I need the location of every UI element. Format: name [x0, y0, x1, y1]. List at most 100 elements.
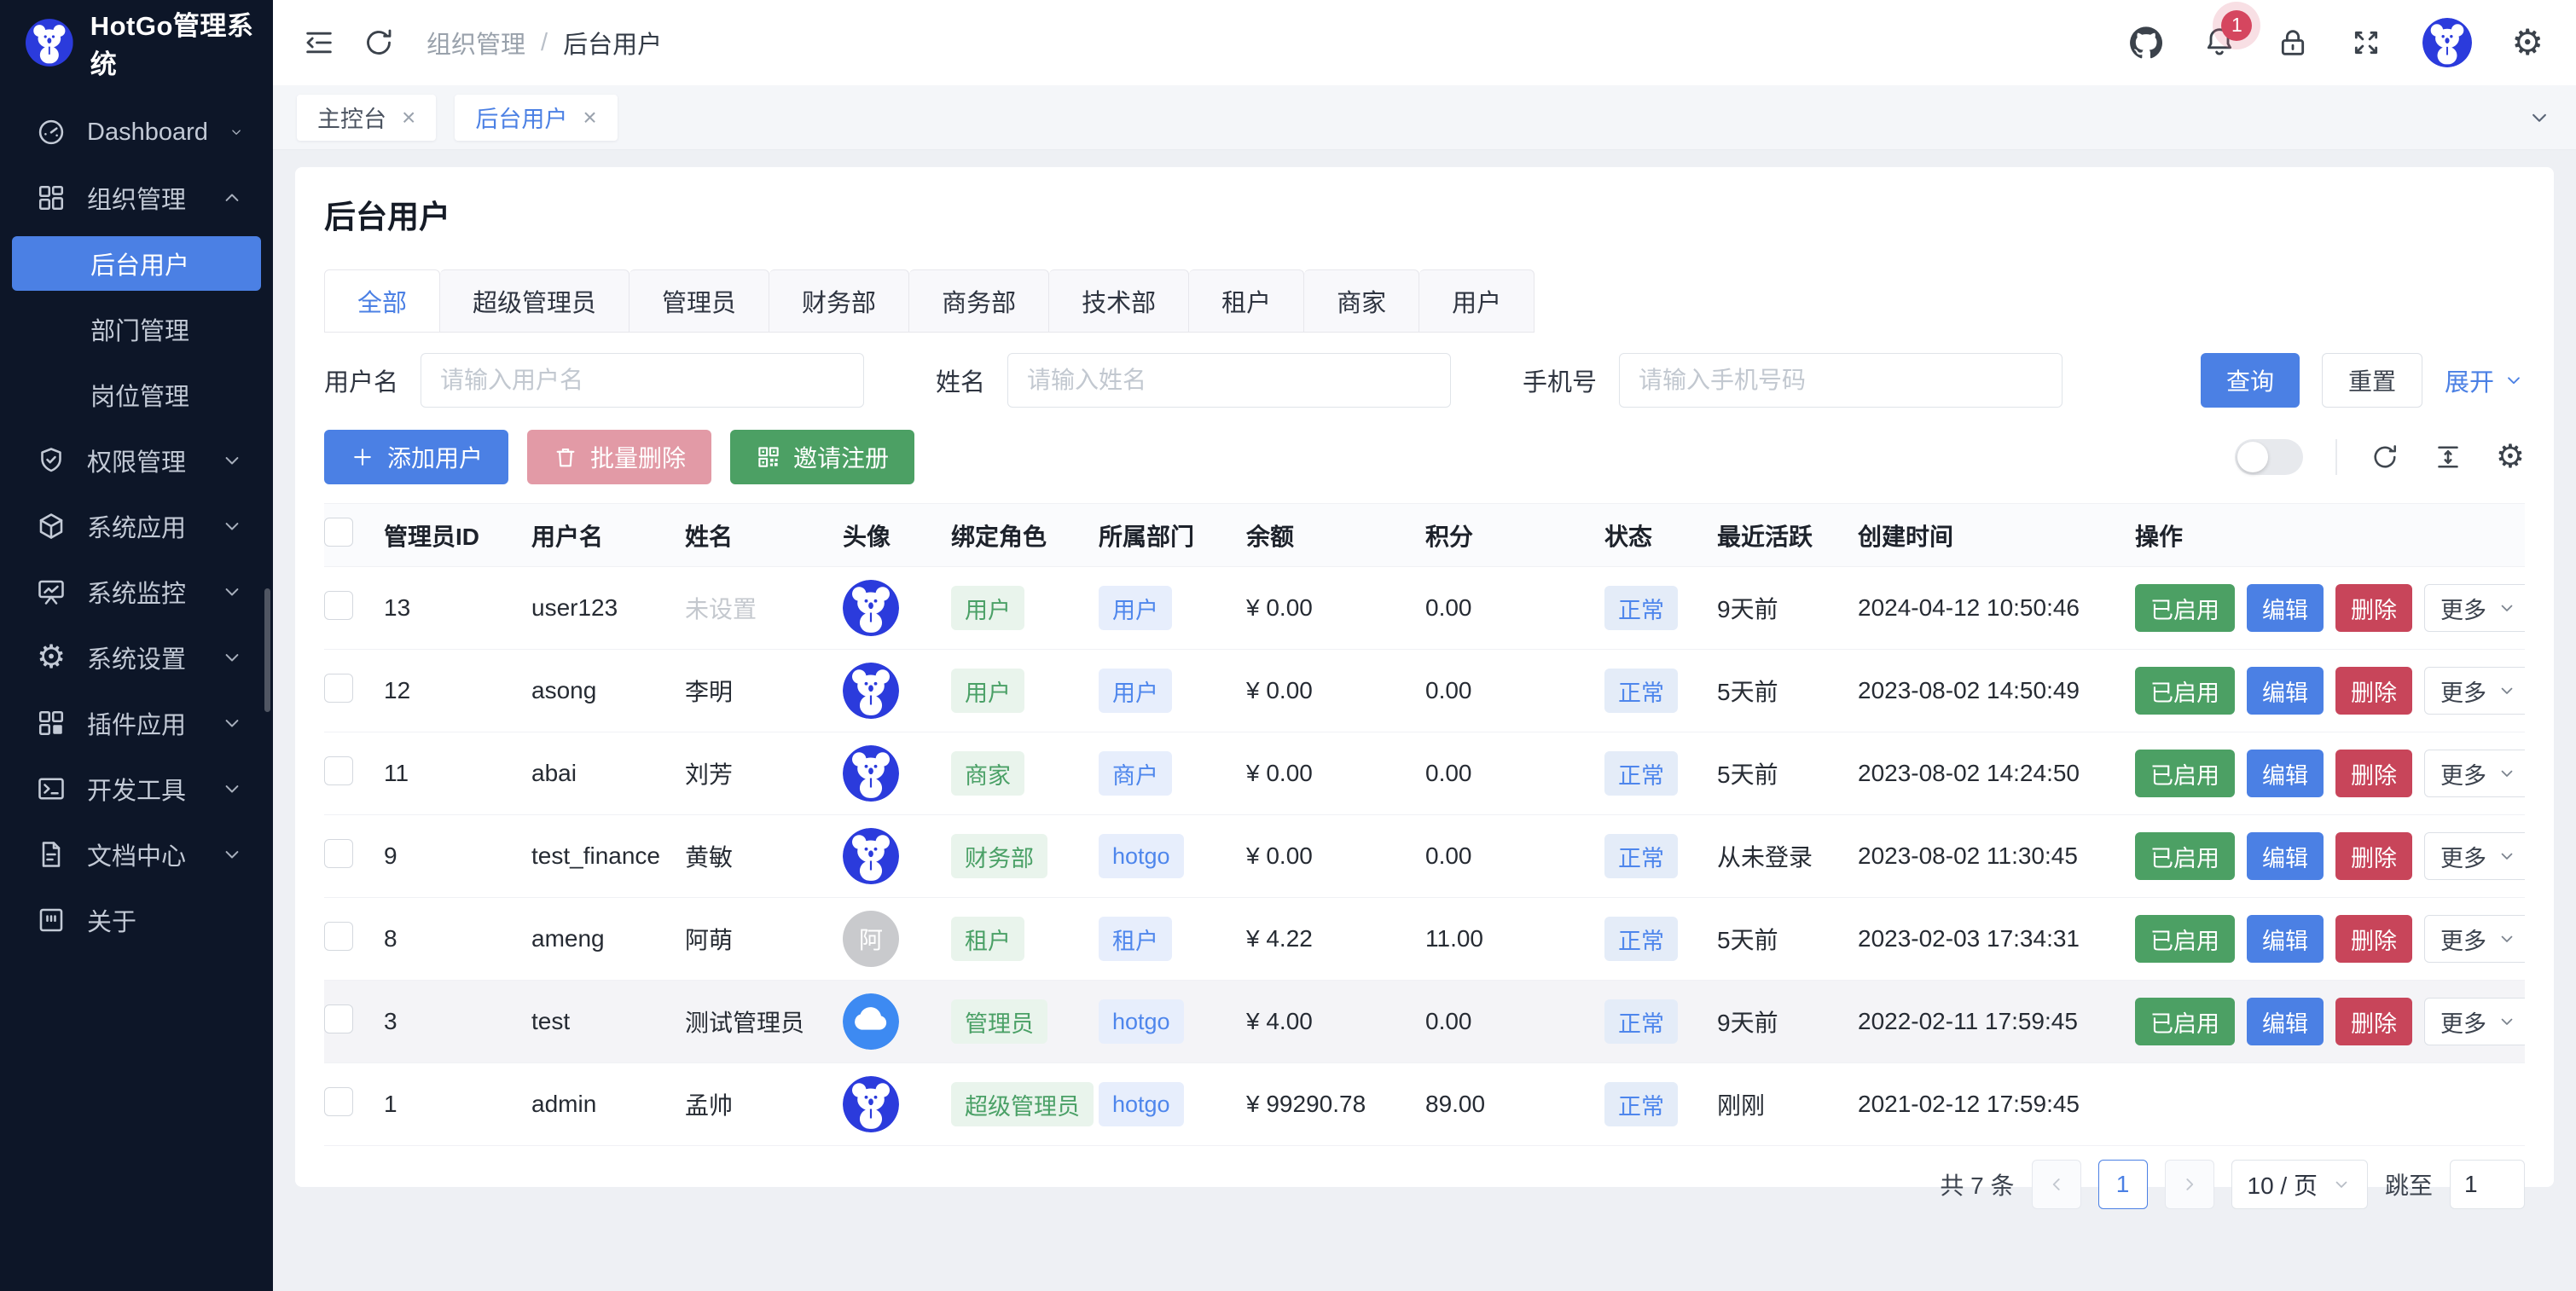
breadcrumb-section[interactable]: 组织管理: [426, 25, 525, 61]
more-button[interactable]: 更多: [2424, 750, 2525, 797]
more-button[interactable]: 更多: [2424, 832, 2525, 880]
status-enabled-button[interactable]: 已启用: [2135, 584, 2235, 632]
status-enabled-button[interactable]: 已启用: [2135, 667, 2235, 715]
sidebar-item-文档中心[interactable]: 文档中心: [12, 827, 261, 882]
add-user-button[interactable]: 添加用户: [324, 430, 508, 484]
role-tab-租户[interactable]: 租户: [1189, 269, 1304, 333]
role-tab-全部[interactable]: 全部: [324, 269, 440, 333]
tab-chip-backend-users[interactable]: 后台用户 ×: [455, 95, 617, 141]
edit-button[interactable]: 编辑: [2247, 584, 2324, 632]
delete-button[interactable]: 删除: [2335, 667, 2412, 715]
refresh-page-icon[interactable]: [362, 26, 396, 60]
expand-filters-link[interactable]: 展开: [2445, 362, 2525, 398]
cell-balance: ¥ 0.00: [1246, 567, 1425, 650]
next-page-button[interactable]: [2165, 1160, 2214, 1209]
role-tab-超级管理员[interactable]: 超级管理员: [440, 269, 629, 333]
sidebar-item-岗位管理[interactable]: 岗位管理: [12, 368, 261, 422]
reload-table-icon[interactable]: [2370, 442, 2400, 472]
filter-input-用户名[interactable]: [421, 353, 864, 408]
filter-input-姓名[interactable]: [1007, 353, 1451, 408]
cell-balance: ¥ 0.00: [1246, 732, 1425, 815]
status-enabled-button[interactable]: 已启用: [2135, 915, 2235, 963]
page-size-select[interactable]: 10 / 页: [2231, 1160, 2368, 1209]
close-icon[interactable]: ×: [583, 106, 596, 130]
sidebar-item-系统监控[interactable]: 系统监控: [12, 564, 261, 619]
sidebar-item-组织管理[interactable]: 组织管理: [12, 171, 261, 225]
edit-button[interactable]: 编辑: [2247, 915, 2324, 963]
sidebar-item-系统应用[interactable]: 系统应用: [12, 499, 261, 553]
role-tab-财务部[interactable]: 财务部: [769, 269, 909, 333]
row-actions: 已启用编辑删除更多: [2135, 750, 2525, 797]
user-avatar[interactable]: [2422, 18, 2472, 67]
current-page-button[interactable]: 1: [2098, 1160, 2148, 1209]
row-checkbox[interactable]: [324, 922, 353, 951]
row-checkbox[interactable]: [324, 756, 353, 785]
prev-page-button[interactable]: [2032, 1160, 2081, 1209]
status-enabled-button[interactable]: 已启用: [2135, 832, 2235, 880]
column-header-最近活跃: 最近活跃: [1717, 504, 1858, 567]
role-tab-技术部[interactable]: 技术部: [1049, 269, 1189, 333]
sidebar-item-系统设置[interactable]: ⚙系统设置: [12, 630, 261, 685]
role-tab-商家[interactable]: 商家: [1304, 269, 1419, 333]
more-button[interactable]: 更多: [2424, 915, 2525, 963]
delete-button[interactable]: 删除: [2335, 832, 2412, 880]
batch-delete-button[interactable]: 批量删除: [527, 430, 711, 484]
column-header-余额: 余额: [1246, 504, 1425, 567]
row-checkbox[interactable]: [324, 674, 353, 703]
sidebar-item-开发工具[interactable]: 开发工具: [12, 761, 261, 816]
jump-to-input[interactable]: [2450, 1160, 2525, 1209]
tabs-dropdown-chevron-icon[interactable]: [2527, 105, 2552, 130]
sidebar-item-关于[interactable]: 关于: [12, 893, 261, 947]
settings-gear-icon[interactable]: ⚙: [2511, 25, 2544, 61]
sidebar-item-Dashboard[interactable]: Dashboard: [12, 105, 261, 159]
invite-register-button[interactable]: 邀请注册: [730, 430, 914, 484]
cell-id: 8: [384, 898, 531, 981]
edit-button[interactable]: 编辑: [2247, 667, 2324, 715]
lock-screen-icon[interactable]: [2276, 26, 2310, 60]
more-button[interactable]: 更多: [2424, 667, 2525, 715]
sidebar-item-label: 部门管理: [90, 311, 189, 347]
sidebar-item-权限管理[interactable]: 权限管理: [12, 433, 261, 488]
status-enabled-button[interactable]: 已启用: [2135, 998, 2235, 1045]
role-tab-管理员[interactable]: 管理员: [629, 269, 769, 333]
delete-button[interactable]: 删除: [2335, 915, 2412, 963]
sidebar-item-插件应用[interactable]: 插件应用: [12, 696, 261, 750]
search-button[interactable]: 查询: [2201, 353, 2300, 408]
edit-button[interactable]: 编辑: [2247, 750, 2324, 797]
cell-dept: 商户: [1099, 732, 1246, 815]
delete-button[interactable]: 删除: [2335, 998, 2412, 1045]
sidebar-item-后台用户[interactable]: 后台用户: [12, 236, 261, 291]
menu-fold-icon[interactable]: [302, 26, 336, 60]
sidebar-scrollbar[interactable]: [264, 588, 270, 712]
row-checkbox[interactable]: [324, 591, 353, 620]
delete-button[interactable]: 删除: [2335, 584, 2412, 632]
striped-toggle[interactable]: [2235, 439, 2303, 475]
select-all-checkbox[interactable]: [324, 518, 353, 547]
edit-button[interactable]: 编辑: [2247, 998, 2324, 1045]
row-checkbox[interactable]: [324, 1087, 353, 1116]
filter-input-手机号[interactable]: [1619, 353, 2063, 408]
app-logo-row[interactable]: HotGo管理系统: [0, 0, 273, 85]
edit-button[interactable]: 编辑: [2247, 832, 2324, 880]
row-checkbox[interactable]: [324, 839, 353, 868]
fullscreen-icon[interactable]: [2349, 26, 2383, 60]
row-density-icon[interactable]: [2433, 442, 2463, 472]
reset-button[interactable]: 重置: [2322, 353, 2422, 408]
role-tab-商务部[interactable]: 商务部: [909, 269, 1049, 333]
cell-dept: hotgo: [1099, 981, 1246, 1063]
row-checkbox[interactable]: [324, 1004, 353, 1033]
role-tab-用户[interactable]: 用户: [1419, 269, 1535, 333]
status-enabled-button[interactable]: 已启用: [2135, 750, 2235, 797]
more-button[interactable]: 更多: [2424, 998, 2525, 1045]
close-icon[interactable]: ×: [402, 106, 415, 130]
row-actions: 已启用编辑删除更多: [2135, 998, 2525, 1045]
chevron-down-icon: [229, 120, 244, 144]
delete-button[interactable]: 删除: [2335, 750, 2412, 797]
sidebar-item-部门管理[interactable]: 部门管理: [12, 302, 261, 356]
tab-chip-console[interactable]: 主控台 ×: [297, 95, 436, 141]
more-button[interactable]: 更多: [2424, 584, 2525, 632]
column-settings-gear-icon[interactable]: ⚙: [2496, 441, 2525, 473]
github-icon[interactable]: [2129, 26, 2163, 60]
cell-username: abai: [531, 732, 685, 815]
notifications-button[interactable]: 1: [2202, 24, 2237, 62]
